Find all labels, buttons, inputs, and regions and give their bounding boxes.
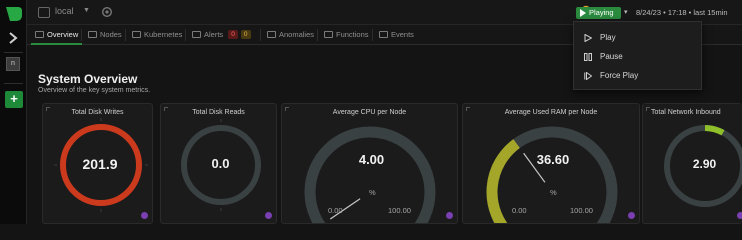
tab-label: Anomalies [279, 30, 315, 39]
overview-icon [35, 31, 44, 38]
add-button[interactable]: + [5, 91, 23, 108]
tab-nodes[interactable]: Nodes [88, 28, 122, 42]
play-menu-chevron-icon[interactable]: ▾ [624, 8, 628, 16]
panel-menu-icon[interactable] [141, 212, 148, 219]
menu-item-play[interactable]: Play [574, 29, 701, 47]
space-icon [38, 7, 50, 18]
gauge-value: 201.9 [82, 156, 118, 172]
gauge-min-label: 0.00 [512, 206, 527, 215]
menu-item-label: Force Play [600, 71, 639, 80]
tab-overview[interactable]: Overview [30, 28, 83, 45]
panel-total-disk-writes[interactable]: Total Disk Writes 201.9 [42, 103, 153, 224]
chevron-right-icon[interactable] [7, 31, 19, 45]
play-icon [580, 9, 586, 17]
tab-label: Nodes [100, 30, 122, 39]
critical-alerts-badge: 0 [228, 30, 238, 39]
gauge-value: 2.90 [692, 157, 717, 171]
menu-item-pause[interactable]: Pause [574, 48, 701, 66]
tab-divider [372, 29, 373, 41]
gauge-value: 36.60 [536, 152, 570, 167]
menu-item-force-play[interactable]: Force Play [574, 67, 701, 85]
tab-divider [260, 29, 261, 41]
menu-item-label: Pause [600, 52, 623, 61]
warning-alerts-badge: 0 [240, 30, 251, 39]
tab-label: Functions [336, 30, 369, 39]
tab-label: Alerts [204, 30, 224, 39]
tab-label: Kubernetes [144, 30, 183, 39]
gauge-ring-fill [704, 125, 725, 136]
left-rail: n + [0, 0, 27, 224]
tab-divider [185, 29, 186, 41]
menu-item-label: Play [600, 33, 616, 42]
section-subtitle: Overview of the key system metrics. [38, 87, 151, 94]
anomalies-icon [267, 31, 276, 38]
context-selector[interactable]: local [55, 6, 74, 16]
tab-anomalies[interactable]: Anomalies [267, 28, 314, 42]
time-range-picker[interactable]: 8/24/23 • 17:18 • last 15min [636, 8, 728, 17]
play-dropdown-menu: Play Pause Force Play [573, 21, 702, 90]
tab-kubernetes[interactable]: Kubernetes [132, 28, 182, 42]
gauge-min-label: 0.00 [328, 206, 343, 215]
bell-icon [192, 31, 201, 38]
netdata-logo-icon[interactable] [5, 6, 23, 22]
section-title: System Overview [38, 72, 138, 86]
pause-icon [584, 53, 592, 61]
functions-icon [324, 31, 333, 38]
panel-total-disk-reads[interactable]: Total Disk Reads 0.0 [160, 103, 277, 224]
rail-divider [4, 52, 23, 53]
nodes-icon [88, 31, 97, 38]
play-icon [584, 34, 592, 42]
force-play-icon [584, 72, 592, 80]
tab-alerts[interactable]: Alerts 00 [192, 28, 251, 42]
panel-menu-icon[interactable] [628, 212, 635, 219]
chevron-down-icon[interactable]: ▼ [83, 7, 90, 14]
playing-status-button[interactable]: Playing [576, 7, 621, 19]
app-root: n + local ▼ Playing ▾ 8/24/23 • 17:18 • … [0, 0, 742, 224]
panel-menu-icon[interactable] [265, 212, 272, 219]
panel-average-ram[interactable]: Average Used RAM per Node 36.60 % 0.00 1… [462, 103, 640, 224]
panel-total-network-inbound[interactable]: Total Network Inbound 2.90 [642, 103, 742, 224]
tab-label: Overview [47, 30, 79, 39]
tab-divider [81, 29, 82, 41]
gauge-value: 4.00 [358, 152, 385, 167]
panel-average-cpu[interactable]: Average CPU per Node 4.00 % 0.00 100.00 [281, 103, 458, 224]
tab-divider [125, 29, 126, 41]
rail-divider [4, 83, 23, 84]
gauge-value: 0.0 [211, 156, 230, 171]
panel-menu-icon[interactable] [446, 212, 453, 219]
gauge-max-label: 100.00 [388, 206, 411, 215]
playing-label: Playing [589, 8, 614, 17]
tab-label: Events [391, 30, 414, 39]
panel-menu-icon[interactable] [737, 212, 742, 219]
node-button[interactable]: n [6, 57, 20, 71]
gauge-unit: % [369, 188, 376, 197]
tab-functions[interactable]: Functions [324, 28, 369, 42]
gauge-unit: % [550, 188, 557, 197]
kubernetes-icon [132, 31, 141, 38]
tab-events[interactable]: Events [379, 28, 414, 42]
gauge-max-label: 100.00 [570, 206, 593, 215]
gear-icon[interactable] [101, 6, 113, 18]
tab-divider [317, 29, 318, 41]
events-icon [379, 31, 388, 38]
